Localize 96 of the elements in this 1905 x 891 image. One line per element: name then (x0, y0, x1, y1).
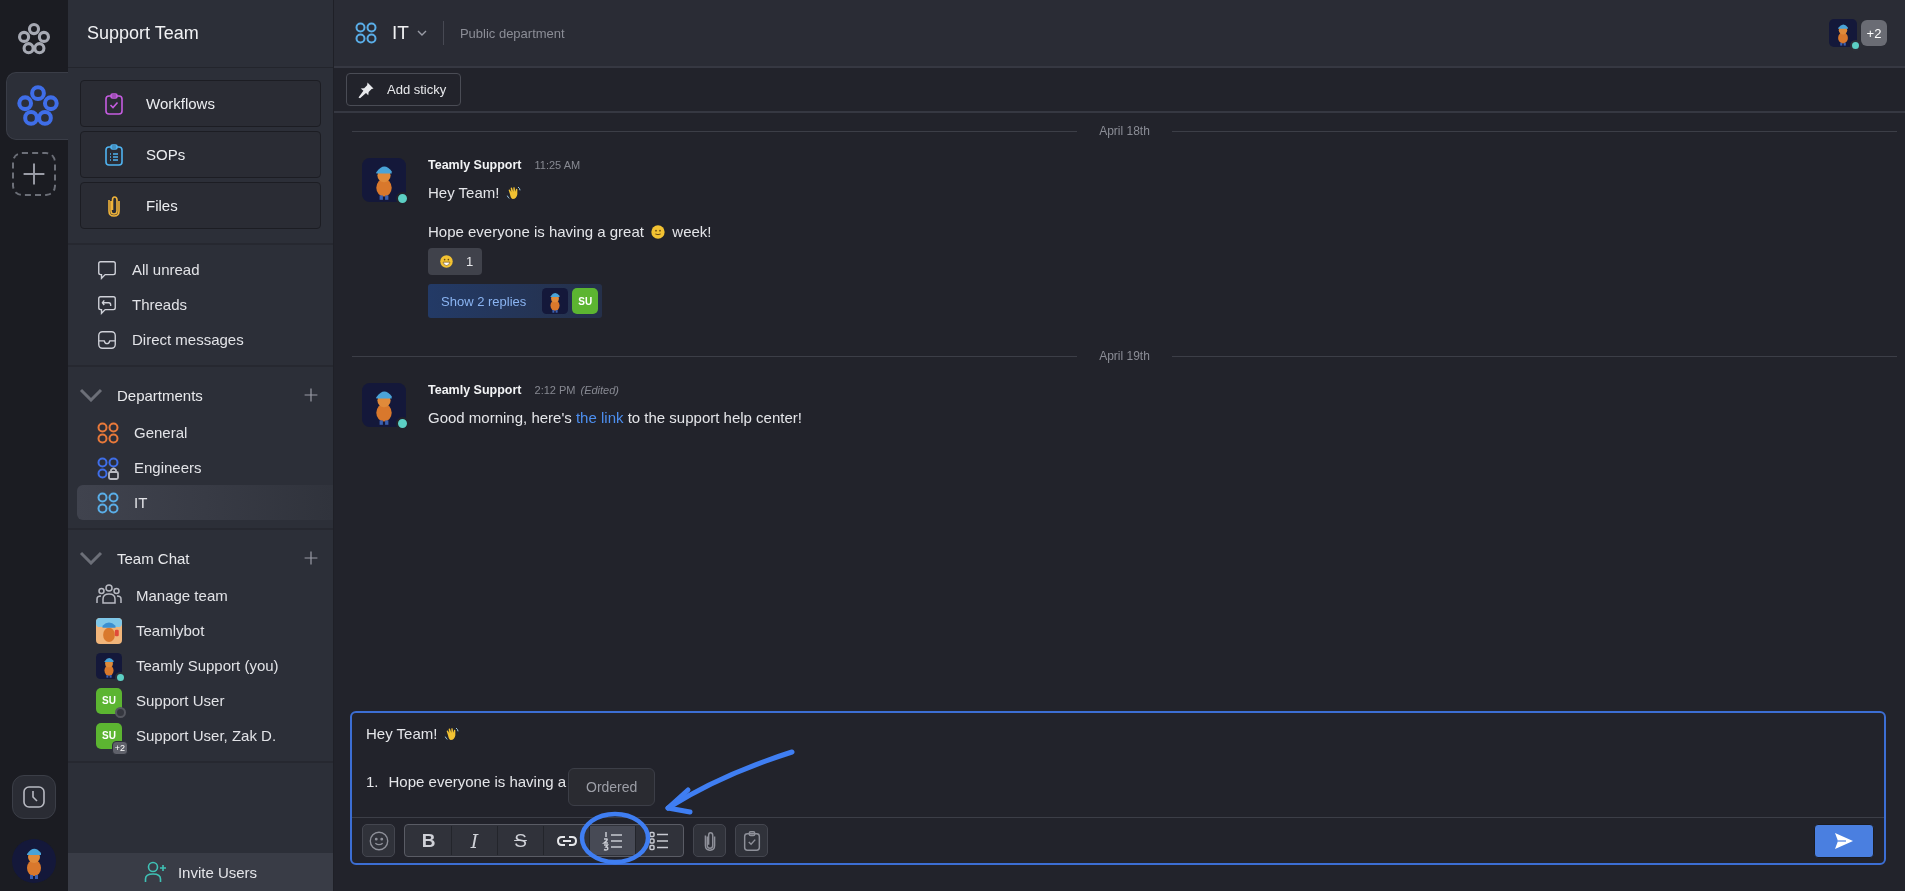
channel-description: Public department (459, 25, 565, 41)
people-icon (96, 582, 122, 607)
item-label: Engineers (134, 459, 202, 476)
message-text: Hope everyone is having a great week! (428, 223, 712, 240)
smiley-icon (650, 223, 667, 240)
annotation-circle (579, 811, 651, 865)
emoji-icon (367, 829, 390, 852)
invite-users-button[interactable]: Invite Users (68, 853, 333, 891)
chat-bubble-icon (96, 258, 118, 281)
sidebar-item[interactable]: Engineers (77, 450, 333, 485)
team-title: Support Team (68, 0, 333, 68)
channel-name[interactable]: IT (392, 22, 409, 44)
section-title: Team Chat (117, 549, 191, 567)
list-number: 1. (366, 773, 379, 790)
mascot-avatar (1829, 19, 1857, 47)
chevron-down-icon[interactable] (416, 30, 427, 36)
list-item-text: Hope everyone is having a (388, 773, 567, 790)
item-label: Teamly Support (you) (136, 657, 279, 674)
history-button[interactable] (12, 775, 56, 819)
shortcut-button[interactable]: Files (80, 182, 321, 229)
nav-item[interactable]: Direct messages (77, 322, 333, 357)
grid-icon (354, 21, 378, 45)
edited-label: (Edited) (580, 384, 620, 396)
composer-text: Hey Team! (366, 725, 1870, 742)
reaction-button[interactable]: 1 (428, 248, 483, 275)
item-label: General (134, 424, 188, 441)
date-divider: April 19th (1099, 349, 1150, 363)
mascot-avatar (96, 652, 122, 679)
section-title: Departments (117, 386, 204, 404)
nav-label: Direct messages (132, 331, 244, 348)
plus-icon[interactable] (21, 161, 47, 187)
sidebar-item[interactable]: General (77, 415, 333, 450)
add-icon[interactable] (303, 550, 319, 566)
add-user-icon (143, 860, 168, 884)
sidebar-item[interactable]: Manage team (77, 578, 333, 613)
more-members-badge[interactable]: +2 (1861, 20, 1887, 46)
pushpin-icon (357, 80, 375, 99)
flower-logo-icon[interactable] (15, 84, 60, 128)
numbered-list-button[interactable] (590, 826, 636, 855)
message-text: Hey Team! (428, 184, 712, 201)
message-time: 11:25 AM (534, 159, 581, 171)
task-button[interactable] (735, 824, 768, 857)
italic-button[interactable]: I (452, 826, 498, 855)
add-workspace-button[interactable] (12, 152, 56, 196)
item-label: IT (134, 494, 148, 511)
mascot-avatar (362, 383, 406, 427)
clock-icon (22, 785, 46, 809)
strikethrough-button[interactable]: S (498, 826, 544, 855)
shortcut-button[interactable]: Workflows (80, 80, 321, 127)
add-sticky-button[interactable]: Add sticky (346, 73, 462, 106)
item-label: Support User (136, 692, 225, 709)
waving-hand-icon (505, 184, 522, 201)
message-author: Teamly Support (428, 158, 522, 172)
replies-button[interactable]: Show 2 replies SU (428, 284, 603, 318)
nav-label: Threads (132, 296, 188, 313)
sidebar-item[interactable]: IT (77, 485, 333, 520)
chevron-down-icon[interactable] (79, 551, 103, 565)
message-composer[interactable]: Hey Team! 1. Hope everyone is having a Ordered B I S (350, 711, 1886, 865)
bold-button[interactable]: B (406, 826, 452, 855)
date-divider: April 18th (1099, 124, 1150, 138)
add-icon[interactable] (303, 387, 319, 403)
message-text: Good morning, here's the link to the support help center! (428, 409, 802, 426)
link[interactable]: the link (575, 409, 624, 426)
nav-item[interactable]: Threads (77, 287, 333, 322)
app-logo-icon[interactable] (17, 22, 51, 56)
send-icon (1834, 831, 1854, 850)
initials-avatar: SU (96, 687, 122, 714)
mascot-avatar (542, 288, 569, 314)
nav-label: All unread (132, 261, 200, 278)
grinning-face-icon (439, 254, 454, 269)
emoji-button[interactable] (362, 824, 395, 857)
nav-item[interactable]: All unread (77, 252, 333, 287)
workspace-tab[interactable] (5, 72, 69, 140)
clipboard-list-icon (102, 142, 126, 167)
item-label: Support User, Zak D. (136, 727, 277, 744)
tooltip: Ordered (568, 768, 656, 806)
inbox-icon (96, 328, 118, 351)
sidebar-item[interactable]: SU +2 Support User, Zak D. (77, 718, 333, 753)
message-time: 2:12 PM (534, 384, 576, 396)
sidebar-item[interactable]: Teamly Support (you) (77, 648, 333, 683)
bot-avatar (96, 617, 122, 644)
attach-button[interactable] (693, 824, 726, 857)
chevron-down-icon[interactable] (79, 388, 103, 402)
reply-bubble-icon (96, 293, 118, 316)
sidebar-item[interactable]: Teamlybot (77, 613, 333, 648)
item-label: Teamlybot (136, 622, 205, 639)
initials-avatar: SU (572, 288, 599, 314)
mascot-avatar (362, 158, 406, 202)
item-label: Manage team (136, 587, 228, 604)
user-avatar[interactable] (12, 839, 56, 883)
clipboard-check-icon (102, 91, 126, 116)
shortcut-button[interactable]: SOPs (80, 131, 321, 178)
message-author: Teamly Support (428, 383, 522, 397)
sidebar-item[interactable]: SU Support User (77, 683, 333, 718)
send-button[interactable] (1814, 823, 1874, 858)
waving-hand-icon (443, 725, 460, 742)
